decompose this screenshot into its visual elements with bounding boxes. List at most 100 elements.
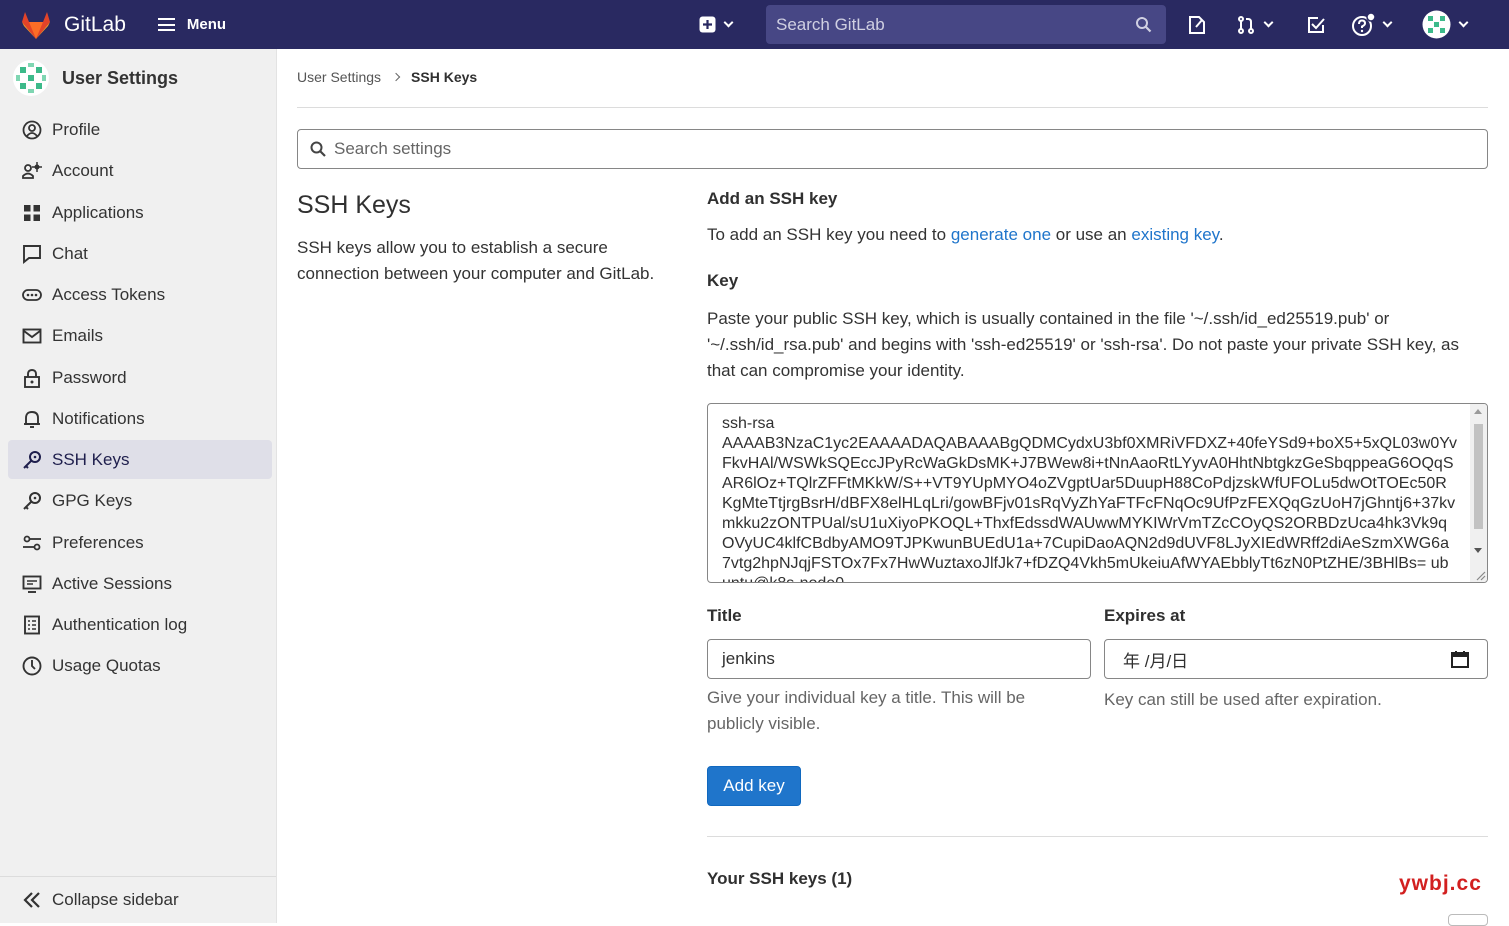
divider (707, 836, 1488, 837)
resize-handle-icon[interactable] (1474, 569, 1486, 581)
avatar (1422, 10, 1451, 39)
issues-button[interactable] (1187, 12, 1207, 37)
search-settings-input[interactable]: Search settings (297, 129, 1488, 169)
merge-requests-dropdown[interactable] (1236, 12, 1274, 37)
sidebar-item-account[interactable]: Account (8, 151, 272, 190)
title-input[interactable]: jenkins (707, 639, 1091, 679)
quota-icon (22, 656, 42, 676)
add-key-button[interactable]: Add key (707, 766, 801, 806)
help-icon (1352, 12, 1375, 36)
token-icon (22, 285, 42, 305)
chat-icon (22, 244, 42, 264)
section-description: SSH keys allow you to establish a secure… (297, 238, 655, 283)
chevron-right-icon (391, 72, 401, 82)
top-navbar: GitLab Menu Search GitLab (0, 0, 1509, 49)
sidebar-item-authentication-log[interactable]: Authentication log (8, 605, 272, 644)
sidebar-item-ssh-keys[interactable]: SSH Keys (8, 440, 272, 479)
collapse-sidebar-button[interactable]: Collapse sidebar (0, 876, 276, 923)
key-icon (22, 450, 42, 470)
expires-date-input[interactable]: 年 /月/日 (1104, 639, 1488, 679)
applications-icon (22, 203, 42, 223)
watermark-text: ywbj.cc (1399, 872, 1482, 895)
help-dropdown[interactable] (1351, 12, 1393, 37)
sidebar-item-label: Active Sessions (52, 573, 172, 593)
issues-icon (1189, 15, 1205, 34)
sidebar-item-emails[interactable]: Emails (8, 316, 272, 355)
chevron-down-icon (723, 17, 734, 28)
todos-button[interactable] (1306, 12, 1326, 37)
breadcrumb-parent-link[interactable]: User Settings (297, 69, 381, 85)
sidebar-item-label: Preferences (52, 532, 144, 552)
sidebar-title: User Settings (62, 67, 179, 88)
mail-icon (22, 326, 42, 346)
search-settings-placeholder: Search settings (334, 139, 452, 158)
search-icon (1136, 17, 1152, 33)
sidebar-item-preferences[interactable]: Preferences (8, 523, 272, 562)
brand-link[interactable]: GitLab (20, 10, 126, 40)
sidebar-item-password[interactable]: Password (8, 358, 272, 397)
sidebar-item-label: Authentication log (52, 614, 188, 634)
sidebar-item-label: Password (52, 367, 127, 387)
title-label: Title (707, 606, 742, 625)
sidebar-item-usage-quotas[interactable]: Usage Quotas (8, 646, 272, 685)
global-search-input[interactable]: Search GitLab (766, 5, 1166, 44)
breadcrumb: User Settings SSH Keys (297, 69, 477, 85)
section-title: SSH Keys (297, 191, 411, 219)
user-avatar-dropdown[interactable] (1422, 10, 1469, 39)
add-key-heading: Add an SSH key (707, 189, 838, 208)
scroll-down-arrow-icon[interactable] (1474, 548, 1482, 553)
sidebar-item-notifications[interactable]: Notifications (8, 399, 272, 438)
sidebar-item-access-tokens[interactable]: Access Tokens (8, 275, 272, 314)
scrollbar-thumb[interactable] (1474, 424, 1483, 529)
log-icon (22, 615, 42, 635)
merge-request-icon (1238, 15, 1254, 34)
chevron-down-icon (1458, 17, 1469, 28)
sidebar-item-label: SSH Keys (52, 449, 130, 469)
generate-one-link[interactable]: generate one (951, 225, 1051, 244)
key-icon (22, 491, 42, 511)
sidebar-item-label: Usage Quotas (52, 655, 161, 675)
sidebar-item-chat[interactable]: Chat (8, 234, 272, 273)
collapse-sidebar-label: Collapse sidebar (52, 890, 179, 909)
intro-text: To add an SSH key you need to (707, 225, 951, 244)
monitor-icon (22, 574, 42, 594)
lock-icon (22, 368, 42, 388)
sidebar-item-label: Emails (52, 325, 104, 345)
scroll-up-arrow-icon[interactable] (1474, 409, 1482, 414)
your-ssh-keys-heading: Your SSH keys (1) (707, 869, 853, 888)
sidebar-item-applications[interactable]: Applications (8, 193, 272, 232)
sidebar-item-label: Chat (52, 243, 88, 263)
sidebar-item-active-sessions[interactable]: Active Sessions (8, 564, 272, 603)
menu-label: Menu (186, 16, 227, 33)
new-item-dropdown[interactable] (699, 12, 734, 37)
add-key-intro: To add an SSH key you need to generate o… (707, 225, 1224, 245)
account-icon (22, 161, 42, 181)
menu-button[interactable]: Menu (157, 16, 227, 33)
todo-check-icon (1308, 16, 1325, 33)
gitlab-logo-icon (22, 11, 50, 39)
existing-key-link[interactable]: existing key (1131, 225, 1219, 244)
divider (297, 107, 1488, 108)
plus-square-icon (699, 16, 716, 33)
expires-help-text: Key can still be used after expiration. (1104, 690, 1382, 709)
sidebar-item-profile[interactable]: Profile (8, 110, 272, 149)
title-input-value: jenkins (722, 649, 775, 668)
bell-icon (22, 409, 42, 429)
key-label: Key (707, 271, 739, 290)
sidebar-item-gpg-keys[interactable]: GPG Keys (8, 481, 272, 520)
search-icon (310, 141, 326, 157)
chevron-down-icon (1263, 17, 1274, 28)
sidebar-header[interactable]: User Settings (12, 59, 178, 97)
textarea-scrollbar[interactable] (1470, 404, 1487, 582)
breadcrumb-current[interactable]: SSH Keys (411, 69, 477, 85)
calendar-icon[interactable] (1451, 650, 1469, 668)
key-textarea[interactable]: ssh-rsa AAAAB3NzaC1yc2EAAAADAQABAAABgQDM… (707, 403, 1488, 583)
double-chevron-left-icon (23, 892, 40, 908)
partial-control-cutoff (1448, 914, 1488, 926)
brand-name: GitLab (64, 12, 126, 36)
title-help-text: Give your individual key a title. This w… (707, 688, 1026, 733)
sidebar-item-label: Applications (52, 202, 144, 222)
expires-placeholder: 年 /月/日 (1123, 651, 1189, 671)
intro-text: . (1218, 225, 1224, 244)
avatar (13, 60, 49, 96)
